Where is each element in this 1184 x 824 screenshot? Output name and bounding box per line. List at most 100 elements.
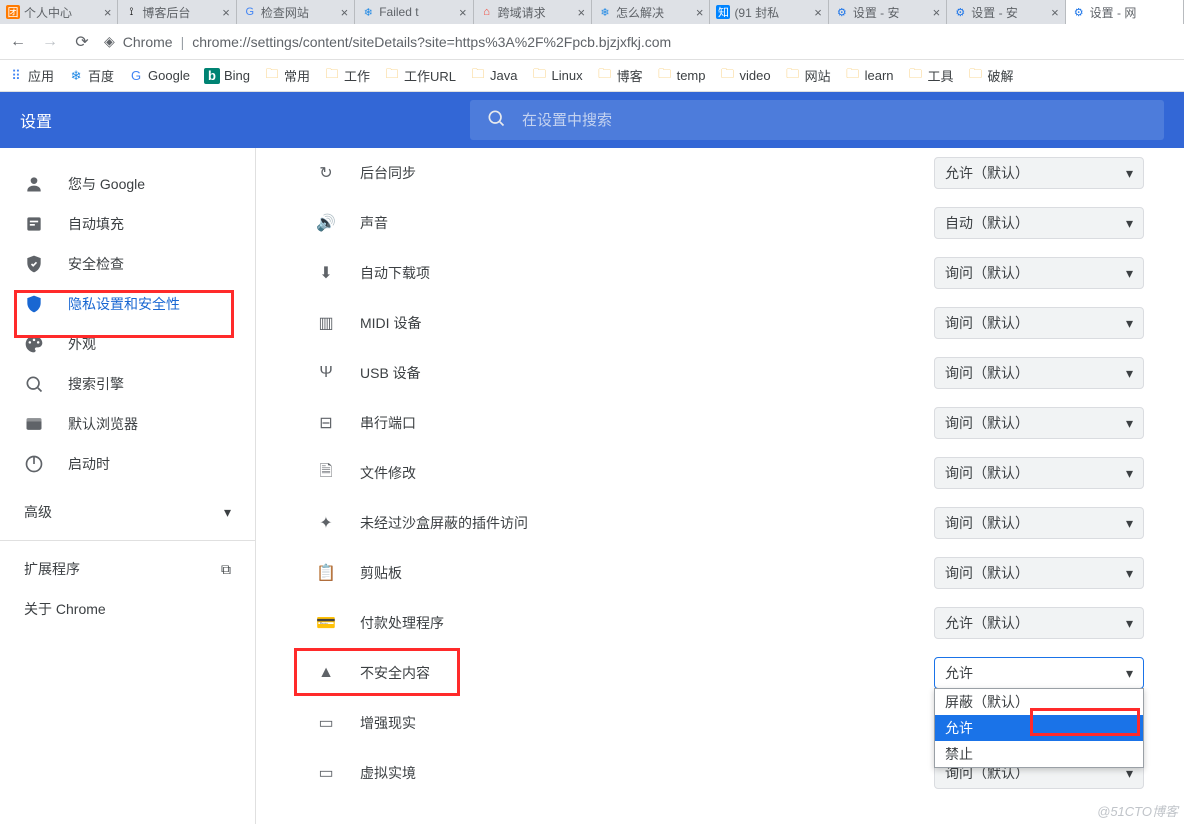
- divider: [0, 540, 255, 541]
- browser-tab[interactable]: ❄怎么解决×: [592, 0, 710, 24]
- permission-row-auto-download: ⬇自动下载项询问（默认）▾: [316, 248, 1144, 298]
- browser-tab[interactable]: ⚙设置 - 安×: [947, 0, 1065, 24]
- bookmark-folder[interactable]: 🗀破解: [968, 66, 1014, 85]
- tab-title: 检查网站: [261, 4, 337, 21]
- folder-icon: 🗀: [657, 68, 673, 84]
- sync-icon: ↻: [316, 163, 336, 183]
- bookmark-item[interactable]: ❄百度: [68, 66, 114, 85]
- permission-select[interactable]: 询问（默认）▾: [934, 407, 1144, 439]
- browser-tab[interactable]: 知(91 封私×: [710, 0, 828, 24]
- permission-label: 不安全内容: [360, 663, 910, 683]
- back-button[interactable]: ←: [8, 33, 28, 51]
- permission-select[interactable]: 允许▾: [934, 657, 1144, 689]
- bookmark-folder[interactable]: 🗀Linux: [532, 68, 583, 84]
- sidebar-item-label: 外观: [68, 334, 96, 354]
- permission-select[interactable]: 允许（默认）▾: [934, 607, 1144, 639]
- browser-tab-active[interactable]: ⚙设置 - 网: [1066, 0, 1184, 24]
- tab-favicon: ⚙: [1072, 5, 1086, 19]
- bookmark-label: video: [740, 68, 771, 83]
- bookmark-item[interactable]: GGoogle: [128, 68, 190, 84]
- bookmark-folder[interactable]: 🗀 temp: [657, 68, 706, 84]
- chevron-down-icon: ▾: [1126, 415, 1133, 432]
- browser-tab[interactable]: ⟟博客后台×: [118, 0, 236, 24]
- bookmark-folder[interactable]: 🗀 video: [720, 68, 771, 84]
- bookmarks-bar: ⠿应用 ❄百度 GGoogle bBing 🗀常用 🗀工作 🗀工作URL 🗀Ja…: [0, 60, 1184, 92]
- search-box[interactable]: [470, 100, 1164, 140]
- close-icon[interactable]: ×: [1051, 5, 1059, 20]
- permission-select[interactable]: 询问（默认）▾: [934, 357, 1144, 389]
- close-icon[interactable]: ×: [933, 5, 941, 20]
- browser-tab[interactable]: ⌂跨域请求×: [474, 0, 592, 24]
- sidebar-item-about[interactable]: 关于 Chrome: [0, 589, 255, 629]
- close-icon[interactable]: ×: [104, 5, 112, 20]
- permission-row-clipboard: 📋剪贴板询问（默认）▾: [316, 548, 1144, 598]
- tab-title: 跨域请求: [498, 4, 574, 21]
- permission-select[interactable]: 允许（默认）▾: [934, 157, 1144, 189]
- permission-select[interactable]: 自动（默认）▾: [934, 207, 1144, 239]
- browser-icon: [24, 414, 44, 434]
- forward-button[interactable]: →: [40, 33, 60, 51]
- close-icon[interactable]: ×: [696, 5, 704, 20]
- permission-select[interactable]: 询问（默认）▾: [934, 557, 1144, 589]
- permission-select[interactable]: 询问（默认）▾: [934, 507, 1144, 539]
- chevron-down-icon: ▾: [1126, 515, 1133, 532]
- sidebar-item-safety-check[interactable]: 安全检查: [0, 244, 255, 284]
- clipboard-icon: 📋: [316, 563, 336, 583]
- apps-shortcut[interactable]: ⠿应用: [8, 66, 54, 85]
- power-icon: [24, 454, 44, 474]
- sidebar-item-default-browser[interactable]: 默认浏览器: [0, 404, 255, 444]
- dropdown-option[interactable]: 禁止: [935, 741, 1143, 767]
- sidebar-item-privacy-security[interactable]: 隐私设置和安全性: [0, 284, 255, 324]
- bookmark-folder[interactable]: 🗀工作: [324, 66, 370, 85]
- chevron-down-icon: ▾: [1126, 165, 1133, 182]
- browser-tab[interactable]: 团个人中心×: [0, 0, 118, 24]
- bookmark-folder[interactable]: 🗀网站: [785, 66, 831, 85]
- permission-label: 声音: [360, 213, 910, 233]
- address-bar[interactable]: ◈ Chrome | chrome://settings/content/sit…: [104, 33, 1176, 50]
- reload-button[interactable]: ⟳: [72, 32, 92, 52]
- chevron-down-icon: ▾: [1126, 565, 1133, 582]
- bookmark-folder[interactable]: 🗀工具: [908, 66, 954, 85]
- close-icon[interactable]: ×: [222, 5, 230, 20]
- payment-icon: 💳: [316, 613, 336, 633]
- folder-icon: 🗀: [384, 68, 400, 84]
- permission-select[interactable]: 询问（默认）▾: [934, 457, 1144, 489]
- browser-tab[interactable]: ❄Failed t×: [355, 0, 473, 24]
- sidebar-item-you-and-google[interactable]: 您与 Google: [0, 164, 255, 204]
- sidebar-item-extensions[interactable]: 扩展程序⧉: [0, 549, 255, 589]
- sidebar-item-label: 安全检查: [68, 254, 124, 274]
- chevron-down-icon: ▾: [1126, 215, 1133, 232]
- bookmark-label: 应用: [28, 66, 54, 85]
- bookmark-label: temp: [677, 68, 706, 83]
- permission-select[interactable]: 询问（默认）▾: [934, 307, 1144, 339]
- search-input[interactable]: [522, 112, 1148, 129]
- dropdown-option[interactable]: 屏蔽（默认）: [935, 689, 1143, 715]
- settings-header: 设置: [0, 92, 1184, 148]
- dropdown-option-selected[interactable]: 允许: [935, 715, 1143, 741]
- folder-icon: 🗀: [720, 68, 736, 84]
- close-icon[interactable]: ×: [577, 5, 585, 20]
- permission-label: 付款处理程序: [360, 613, 910, 633]
- sidebar-item-advanced[interactable]: 高级▾: [0, 492, 255, 532]
- close-icon[interactable]: ×: [341, 5, 349, 20]
- site-info-icon[interactable]: ◈: [104, 33, 115, 50]
- sidebar-item-autofill[interactable]: 自动填充: [0, 204, 255, 244]
- browser-tab[interactable]: ⚙设置 - 安×: [829, 0, 947, 24]
- close-icon[interactable]: ×: [459, 5, 467, 20]
- sidebar-item-on-startup[interactable]: 启动时: [0, 444, 255, 484]
- bookmark-item[interactable]: bBing: [204, 68, 250, 84]
- bookmark-folder[interactable]: 🗀Java: [470, 68, 517, 84]
- sidebar-item-appearance[interactable]: 外观: [0, 324, 255, 364]
- close-icon[interactable]: ×: [814, 5, 822, 20]
- select-value: 询问（默认）: [945, 363, 1029, 383]
- tab-favicon: 知: [716, 5, 730, 19]
- permission-select[interactable]: 询问（默认）▾: [934, 257, 1144, 289]
- bookmark-folder[interactable]: 🗀工作URL: [384, 66, 456, 85]
- browser-tab[interactable]: G检查网站×: [237, 0, 355, 24]
- bookmark-label: 网站: [805, 66, 831, 85]
- sidebar-item-search-engine[interactable]: 搜索引擎: [0, 364, 255, 404]
- bookmark-folder[interactable]: 🗀博客: [597, 66, 643, 85]
- bookmark-folder[interactable]: 🗀常用: [264, 66, 310, 85]
- sidebar-item-label: 自动填充: [68, 214, 124, 234]
- bookmark-folder[interactable]: 🗀learn: [845, 68, 894, 84]
